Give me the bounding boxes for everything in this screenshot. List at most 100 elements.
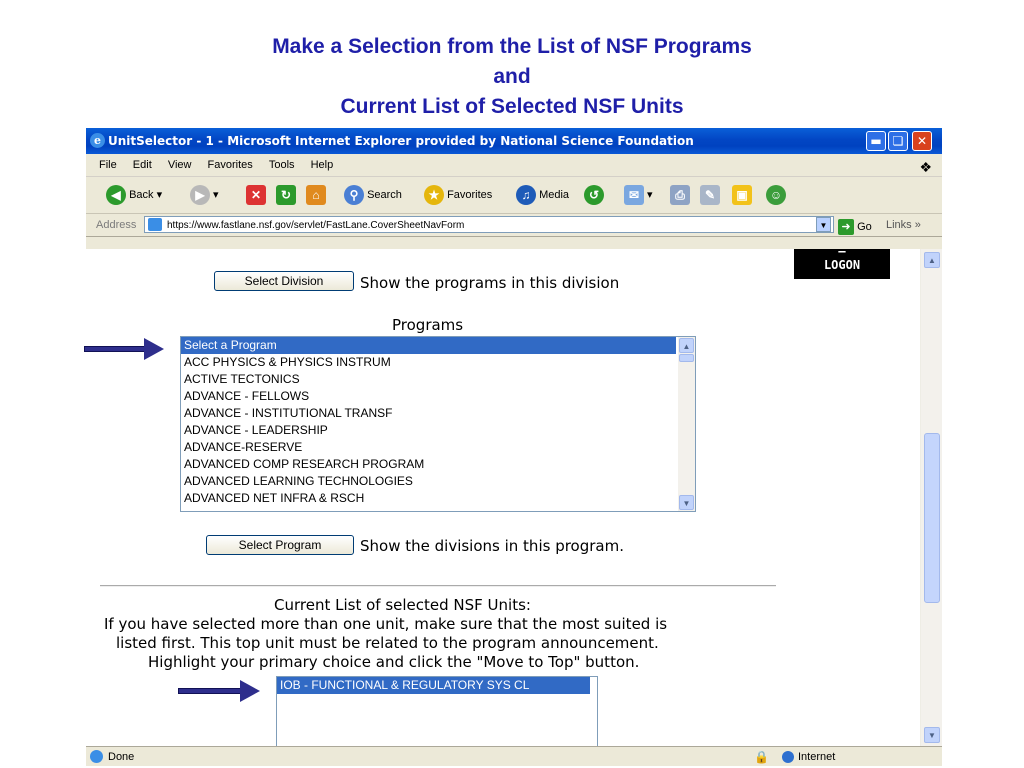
stop-icon: ✕ bbox=[246, 185, 266, 206]
home-icon: ⌂ bbox=[306, 185, 326, 206]
page-scrollbar[interactable]: ▲ ▼ bbox=[920, 249, 942, 746]
menu-help[interactable]: Help bbox=[311, 154, 334, 176]
back-button[interactable]: ◀ Back ▾ bbox=[106, 183, 162, 207]
program-option[interactable]: ADVANCED LEARNING TECHNOLOGIES bbox=[181, 473, 676, 490]
menu-file[interactable]: File bbox=[99, 154, 117, 176]
media-icon: ♫ bbox=[516, 185, 536, 206]
stop-button[interactable]: ✕ bbox=[246, 183, 266, 207]
internet-explorer-icon: e bbox=[90, 133, 105, 148]
menu-favorites[interactable]: Favorites bbox=[208, 154, 253, 176]
units-instruction-line: listed first. This top unit must be rela… bbox=[116, 634, 659, 652]
units-heading: Current List of selected NSF Units: bbox=[274, 596, 531, 614]
print-icon: ⎙ bbox=[670, 185, 690, 206]
forward-arrow-icon: ▶ bbox=[190, 185, 210, 206]
programs-listbox[interactable]: Select a Program ACC PHYSICS & PHYSICS IN… bbox=[180, 336, 696, 512]
page-icon bbox=[148, 218, 162, 231]
mail-button[interactable]: ✉ ▾ bbox=[624, 183, 653, 207]
program-option[interactable]: ADVANCED COMP RESEARCH PROGRAM bbox=[181, 456, 676, 473]
program-option[interactable]: ADVANCE - LEADERSHIP bbox=[181, 422, 676, 439]
window-titlebar[interactable]: e UnitSelector - 1 - Microsoft Internet … bbox=[86, 128, 942, 154]
favorites-label: Favorites bbox=[447, 189, 493, 201]
unit-option[interactable]: IOB - FUNCTIONAL & REGULATORY SYS CL bbox=[277, 677, 590, 694]
program-option[interactable]: ACC PHYSICS & PHYSICS INSTRUM bbox=[181, 354, 676, 371]
slide-title-line-3: Current List of Selected NSF Units bbox=[340, 95, 684, 118]
programs-scrollbar[interactable]: ▲ ▼ bbox=[678, 337, 695, 511]
search-icon: ⚲ bbox=[344, 185, 364, 206]
links-button[interactable]: Links » bbox=[886, 214, 921, 236]
address-label: Address bbox=[96, 219, 137, 231]
discuss-button[interactable]: ▣ bbox=[732, 183, 752, 207]
program-option[interactable]: Select a Program bbox=[181, 337, 676, 354]
program-pointer-arrow bbox=[84, 338, 164, 360]
unit-pointer-arrow bbox=[178, 680, 260, 702]
select-program-button[interactable]: Select Program bbox=[206, 535, 354, 555]
units-listbox[interactable]: IOB - FUNCTIONAL & REGULATORY SYS CL bbox=[276, 676, 598, 746]
section-divider bbox=[100, 585, 776, 587]
print-button[interactable]: ⎙ bbox=[670, 183, 690, 207]
scroll-thumb[interactable] bbox=[679, 354, 694, 362]
go-label: Go bbox=[857, 221, 872, 233]
messenger-button[interactable]: ☺ bbox=[766, 183, 786, 207]
page-content: — LOGON Select Division Show the program… bbox=[86, 249, 920, 746]
note-icon: ▣ bbox=[732, 185, 752, 206]
go-arrow-icon: ➜ bbox=[838, 219, 854, 236]
globe-icon bbox=[782, 751, 794, 763]
history-button[interactable]: ↺ bbox=[584, 183, 604, 207]
menu-view[interactable]: View bbox=[168, 154, 192, 176]
page-done-icon bbox=[90, 750, 103, 763]
menu-edit[interactable]: Edit bbox=[133, 154, 152, 176]
scroll-down-icon[interactable]: ▼ bbox=[679, 495, 694, 510]
select-division-button[interactable]: Select Division bbox=[214, 271, 354, 291]
window-title: UnitSelector - 1 - Microsoft Internet Ex… bbox=[108, 134, 694, 148]
status-bar: Done 🔒 Internet bbox=[86, 746, 942, 766]
search-button[interactable]: ⚲ Search bbox=[344, 183, 402, 207]
program-option[interactable]: ADVANCED NET INFRA & RSCH bbox=[181, 490, 676, 507]
status-text: Done bbox=[108, 751, 135, 763]
edit-button[interactable]: ✎ bbox=[700, 183, 720, 207]
scroll-thumb[interactable] bbox=[924, 433, 940, 603]
go-button[interactable]: ➜ Go bbox=[838, 216, 872, 238]
select-division-hint: Show the programs in this division bbox=[360, 274, 620, 292]
zone-label: Internet bbox=[798, 751, 836, 763]
refresh-icon: ↻ bbox=[276, 185, 296, 206]
programs-heading: Programs bbox=[392, 316, 464, 334]
address-dropdown-icon[interactable]: ▼ bbox=[816, 217, 831, 232]
messenger-icon: ☺ bbox=[766, 185, 786, 206]
address-url: https://www.fastlane.nsf.gov/servlet/Fas… bbox=[167, 220, 465, 231]
units-instruction-line: Highlight your primary choice and click … bbox=[148, 653, 640, 671]
media-button[interactable]: ♫ Media bbox=[516, 183, 569, 207]
forward-button[interactable]: ▶ ▾ bbox=[190, 183, 219, 207]
maximize-button[interactable]: ❏ bbox=[888, 131, 908, 151]
program-option[interactable]: ADVANCE - FELLOWS bbox=[181, 388, 676, 405]
edit-icon: ✎ bbox=[700, 185, 720, 206]
scroll-up-icon[interactable]: ▲ bbox=[679, 338, 694, 353]
browser-window: e UnitSelector - 1 - Microsoft Internet … bbox=[86, 128, 942, 766]
scroll-down-icon[interactable]: ▼ bbox=[924, 727, 940, 743]
slide-title-line-1: Make a Selection from the List of NSF Pr… bbox=[272, 35, 752, 58]
links-label: Links bbox=[886, 219, 912, 231]
slide-title-line-2: and bbox=[493, 65, 531, 88]
select-program-hint: Show the divisions in this program. bbox=[360, 537, 624, 555]
logon-link[interactable]: — LOGON bbox=[794, 249, 890, 279]
close-button[interactable]: ✕ bbox=[912, 131, 932, 151]
windows-logo-icon: ❖ bbox=[919, 159, 932, 175]
address-input[interactable]: https://www.fastlane.nsf.gov/servlet/Fas… bbox=[144, 216, 834, 233]
scroll-up-icon[interactable]: ▲ bbox=[924, 252, 940, 268]
media-label: Media bbox=[539, 189, 570, 201]
program-option[interactable]: ACTIVE TECTONICS bbox=[181, 371, 676, 388]
program-option[interactable]: ADVANCE-RESERVE bbox=[181, 439, 676, 456]
menu-tools[interactable]: Tools bbox=[269, 154, 295, 176]
back-arrow-icon: ◀ bbox=[106, 185, 126, 206]
lock-icon: 🔒 bbox=[754, 750, 769, 764]
back-label: Back bbox=[129, 189, 154, 201]
favorites-button[interactable]: ★ Favorites bbox=[424, 183, 492, 207]
address-bar: Address https://www.fastlane.nsf.gov/ser… bbox=[86, 214, 942, 237]
home-button[interactable]: ⌂ bbox=[306, 183, 326, 207]
standard-toolbar: ◀ Back ▾ ▶ ▾ ✕ ↻ ⌂ ⚲ Search ★ Favorites … bbox=[86, 177, 942, 214]
minimize-button[interactable]: ▬ bbox=[866, 131, 886, 151]
history-icon: ↺ bbox=[584, 185, 604, 206]
mail-icon: ✉ bbox=[624, 185, 644, 206]
search-label: Search bbox=[367, 189, 402, 201]
program-option[interactable]: ADVANCE - INSTITUTIONAL TRANSF bbox=[181, 405, 676, 422]
refresh-button[interactable]: ↻ bbox=[276, 183, 296, 207]
